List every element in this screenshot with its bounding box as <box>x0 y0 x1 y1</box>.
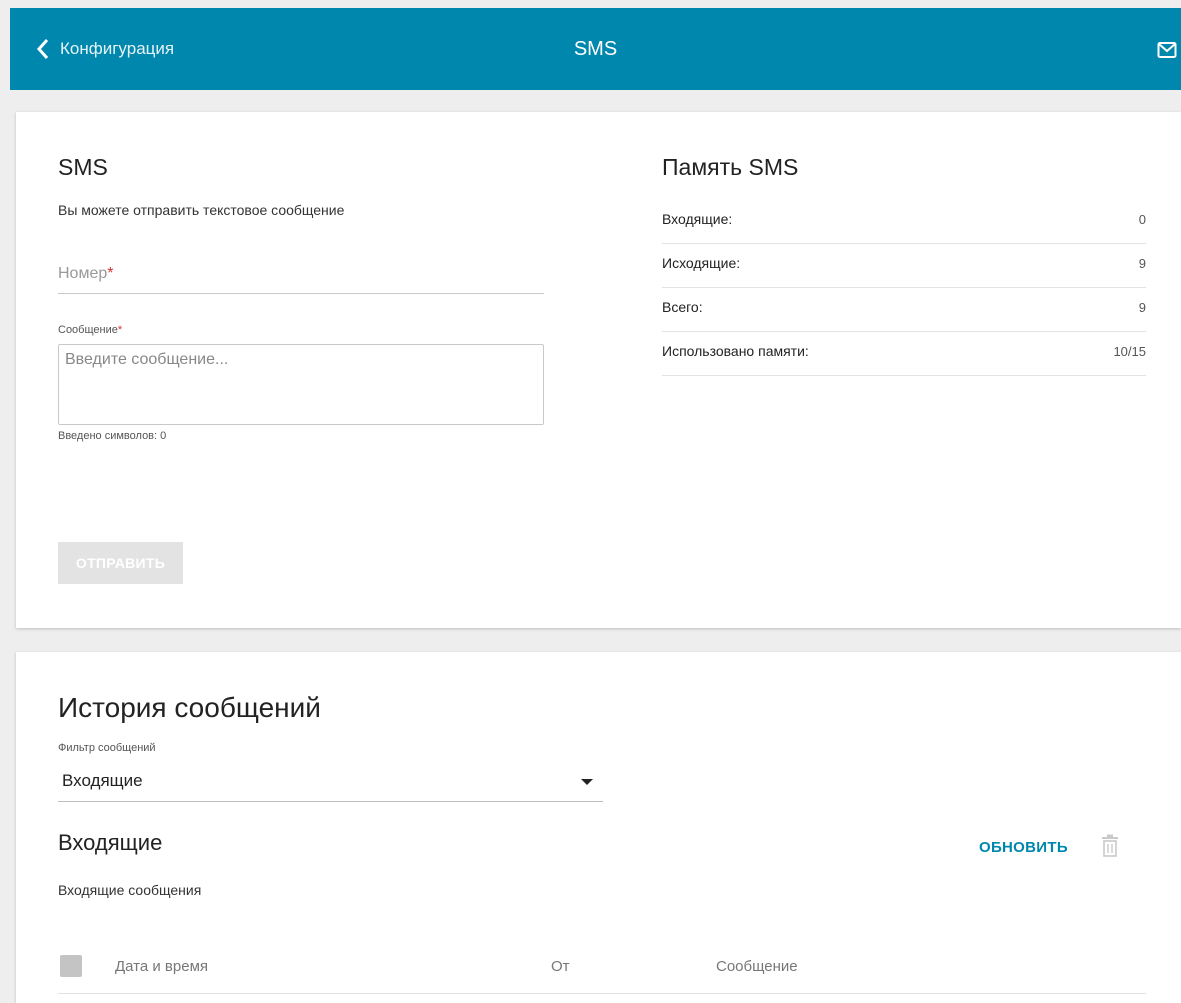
sms-section-title: SMS <box>58 154 108 180</box>
required-mark: * <box>107 265 114 282</box>
char-count: Введено символов: 0 <box>58 430 167 442</box>
history-card: История сообщений Фильтр сообщений Входя… <box>16 652 1181 1003</box>
number-placeholder: Номер <box>58 265 108 282</box>
top-header: Конфигурация SMS <box>10 8 1181 90</box>
send-button[interactable]: ОТПРАВИТЬ <box>58 542 183 584</box>
filter-label: Фильтр сообщений <box>58 742 156 754</box>
memory-row-incoming: Входящие: 0 <box>662 199 1146 244</box>
filter-select-value: Входящие <box>62 771 143 790</box>
filter-select[interactable]: Входящие <box>58 767 603 802</box>
message-label: Сообщение <box>58 324 118 336</box>
column-from[interactable]: От <box>551 958 570 975</box>
column-message[interactable]: Сообщение <box>716 958 798 975</box>
column-datetime[interactable]: Дата и время <box>115 958 208 975</box>
history-title: История сообщений <box>58 692 321 723</box>
memory-row-outgoing: Исходящие: 9 <box>662 243 1146 288</box>
mail-icon[interactable] <box>1157 41 1177 59</box>
incoming-subtitle: Входящие сообщения <box>58 882 202 898</box>
select-all-checkbox[interactable] <box>60 955 82 977</box>
memory-row-used: Использовано памяти: 10/15 <box>662 331 1146 376</box>
trash-icon[interactable] <box>1100 834 1120 858</box>
number-field[interactable]: Номер* <box>58 257 544 294</box>
sms-card: SMS Вы можете отправить текстовое сообще… <box>16 112 1181 628</box>
table-header: Дата и время От Сообщение <box>58 947 1146 994</box>
message-textarea[interactable] <box>58 344 544 425</box>
sms-description: Вы можете отправить текстовое сообщение <box>58 202 345 218</box>
page-title: SMS <box>573 38 618 60</box>
memory-row-total: Всего: 9 <box>662 287 1146 332</box>
caret-down-icon <box>581 779 593 785</box>
memory-section-title: Память SMS <box>662 154 799 180</box>
required-mark: * <box>117 324 123 336</box>
incoming-section-title: Входящие <box>58 830 163 855</box>
refresh-button[interactable]: ОБНОВИТЬ <box>979 839 1068 856</box>
